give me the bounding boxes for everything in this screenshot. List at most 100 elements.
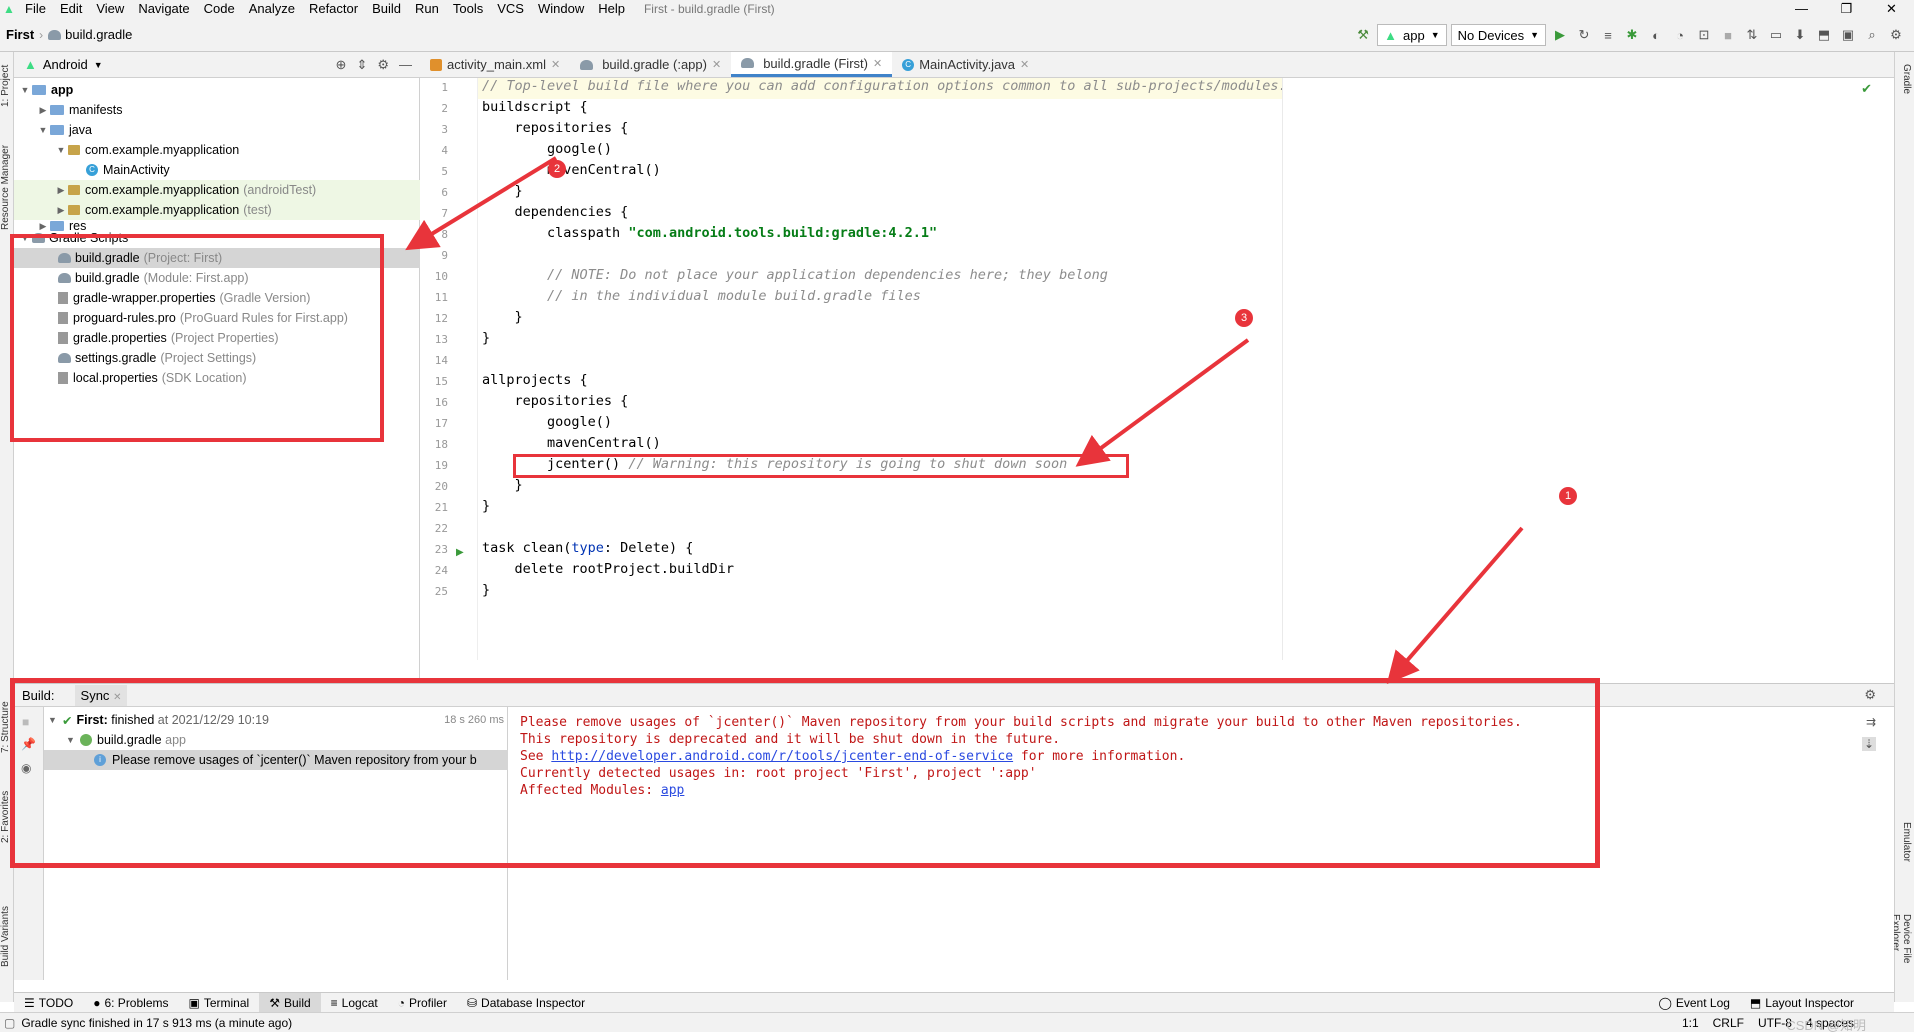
status-window-icon[interactable]: ▢ [4,1016,15,1030]
tab-profiler[interactable]: ◔ Profiler [388,993,457,1013]
menu-vcs[interactable]: VCS [490,0,531,18]
menu-help[interactable]: Help [591,0,632,18]
soft-wrap-icon[interactable]: ⇉ [1866,715,1876,729]
profile-icon[interactable]: ◔ [1670,24,1690,46]
menu-analyze[interactable]: Analyze [242,0,302,18]
hammer-build-icon[interactable]: ⚒ [1353,24,1373,46]
tab-label: Build [283,995,311,1010]
tab-database-inspector[interactable]: ⛁ Database Inspector [457,993,595,1013]
status-message[interactable]: Gradle sync finished in 17 s 913 ms (a m… [21,1016,292,1030]
run-config-select[interactable]: ▲ app ▼ [1377,24,1447,46]
hammer-icon: ⚒ [269,995,280,1010]
tab-mainactivity-java[interactable]: C MainActivity.java ✕ [892,52,1039,77]
locate-icon[interactable]: ⊕ [336,57,347,73]
run-gutter-icon[interactable]: ▶ [456,547,464,558]
menu-refactor[interactable]: Refactor [302,0,365,18]
stop-icon[interactable]: ■ [1718,24,1738,46]
menu-code[interactable]: Code [197,0,242,18]
breadcrumb-file[interactable]: build.gradle [65,27,132,42]
annotation-badge-2: 2 [548,160,566,178]
tab-build-gradle-first[interactable]: build.gradle (First) ✕ [731,52,893,77]
tab-build[interactable]: ⚒ Build [259,992,321,1013]
search-icon[interactable]: ⌕ [1862,24,1882,46]
line-number: 22 [434,522,448,535]
apply-changes-icon[interactable]: ↻ [1574,24,1594,46]
code-token: classpath [482,225,629,241]
gradle-tab[interactable]: Gradle [1901,64,1912,94]
menu-run[interactable]: Run [408,0,446,18]
menu-tools[interactable]: Tools [446,0,490,18]
tab-label: Terminal [203,995,250,1010]
gradle-icon [48,29,62,40]
code-editor[interactable]: // Top-level build file where you can ad… [478,78,1894,660]
code-keyword: type [571,540,604,556]
android-studio-logo-icon: ▲ [3,2,15,16]
tree-item-mainactivity[interactable]: C MainActivity [14,160,420,180]
tree-item-manifests[interactable]: ▶ manifests [14,100,420,120]
tab-problems[interactable]: ● 6: Problems [83,993,178,1013]
code-line: classpath "com.android.tools.build:gradl… [482,225,937,246]
line-number: 18 [434,438,448,451]
coverage-icon[interactable]: ◐ [1646,24,1666,46]
tree-item-java[interactable]: ▼ java [14,120,420,140]
apply-code-changes-icon[interactable]: ≡ [1598,24,1618,46]
tab-event-log[interactable]: ◯ Event Log [1648,993,1739,1013]
layout-inspector-icon[interactable]: ⬒ [1814,24,1834,46]
gear-icon[interactable]: ⚙ [377,57,389,73]
menu-navigate[interactable]: Navigate [131,0,196,18]
maximize-icon[interactable]: ❐ [1824,0,1869,18]
device-select[interactable]: No Devices ▼ [1450,24,1546,46]
tab-todo[interactable]: ☰ TODO [14,993,83,1013]
menu-edit[interactable]: Edit [53,0,89,18]
menu-build[interactable]: Build [365,0,408,18]
tab-build-gradle-app[interactable]: build.gradle (:app) ✕ [570,52,731,77]
package-icon [68,185,80,195]
tab-layout-inspector[interactable]: ⬒ Layout Inspector [1740,993,1894,1013]
line-separator[interactable]: CRLF [1713,1016,1744,1030]
annotation-badge-1: 1 [1559,487,1577,505]
debug-icon[interactable]: ✱ [1622,24,1642,46]
settings-icon[interactable]: ⚙ [1886,24,1906,46]
tab-logcat[interactable]: ≡ Logcat [321,993,388,1013]
tab-terminal[interactable]: ▣ Terminal [179,993,260,1013]
close-tab-icon[interactable]: ✕ [551,58,560,71]
menu-file[interactable]: File [18,0,53,18]
emulator-tab[interactable]: Emulator [1901,822,1912,862]
breadcrumb-project[interactable]: First [0,27,34,42]
menu-window[interactable]: Window [531,0,591,18]
line-number: 3 [441,123,448,136]
line-number: 21 [434,501,448,514]
project-view-select[interactable]: ▲ Android ▼ [24,57,103,72]
caret-position[interactable]: 1:1 [1682,1016,1699,1030]
minimize-icon[interactable]: — [1779,0,1824,18]
close-tab-icon[interactable]: ✕ [1020,58,1029,71]
tree-item-package-androidtest[interactable]: ▶ com.example.myapplication (androidTest) [14,180,420,200]
collapse-all-icon[interactable]: ⇕ [356,57,367,73]
menu-view[interactable]: View [89,0,131,18]
window-title: First - build.gradle (First) [643,2,775,16]
resource-icon[interactable]: ▣ [1838,24,1858,46]
tab-activity-main-xml[interactable]: activity_main.xml ✕ [420,52,570,77]
attach-debugger-icon[interactable]: ⊡ [1694,24,1714,46]
scroll-to-end-icon[interactable]: ⇣ [1861,737,1876,751]
project-tool-tab[interactable]: 1: Project [0,56,14,116]
close-icon[interactable]: ✕ [1869,0,1914,18]
inspection-ok-icon[interactable]: ✔ [1861,81,1872,97]
run-icon[interactable]: ▶ [1550,24,1570,46]
build-variants-tab[interactable]: Build Variants [0,892,14,982]
tree-item-package-test[interactable]: ▶ com.example.myapplication (test) [14,200,420,220]
tab-label: activity_main.xml [447,57,546,72]
tree-item-app[interactable]: ▼ app [14,80,420,100]
chevron-right-icon: ▶ [39,104,47,115]
sdk-manager-icon[interactable]: ⬇ [1790,24,1810,46]
sync-gradle-icon[interactable]: ⇅ [1742,24,1762,46]
hide-icon[interactable]: — [399,57,412,73]
gear-icon[interactable]: ⚙ [1864,687,1894,703]
close-tab-icon[interactable]: ✕ [712,58,721,71]
tree-item-package[interactable]: ▼ com.example.myapplication [14,140,420,160]
close-tab-icon[interactable]: ✕ [873,57,882,70]
resource-manager-tab[interactable]: Resource Manager [0,132,14,242]
avd-manager-icon[interactable]: ▭ [1766,24,1786,46]
line-number: 20 [434,480,448,493]
code-line: mavenCentral() [482,435,661,451]
